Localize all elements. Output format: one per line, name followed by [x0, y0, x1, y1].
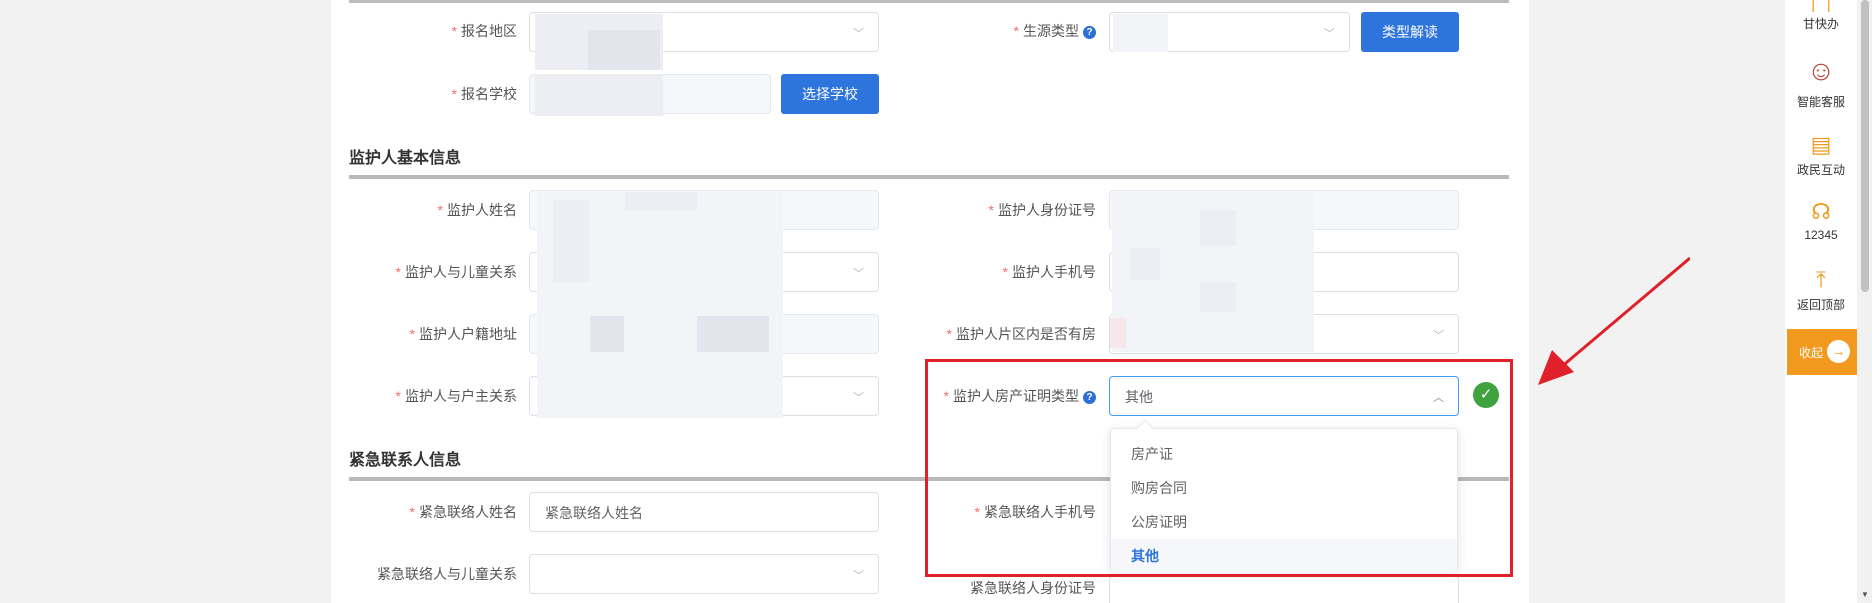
- annotation-arrow: [1538, 256, 1690, 385]
- emergency-relation-label: 紧急联络人与儿童关系: [377, 566, 517, 582]
- redacted-block: [1130, 248, 1160, 280]
- floating-sidebar: ▢ 甘快办 ☺ 智能客服 ▤ 政民互动 ☊ 12345 ⤒ 返回顶部: [1785, 0, 1857, 603]
- sidebar-item-back-top[interactable]: ⤒ 返回顶部: [1785, 267, 1857, 313]
- section-divider: [349, 175, 1509, 179]
- sidebar-item-12345[interactable]: ☊ 12345: [1785, 199, 1857, 242]
- guardian-name-label: * 监护人姓名: [437, 202, 517, 218]
- scroll-down-icon[interactable]: ▼: [1861, 590, 1869, 599]
- arrow-up-icon: ⤒: [1816, 267, 1826, 292]
- school-label: * 报名学校: [451, 86, 517, 102]
- guardian-has-house-label: * 监护人片区内是否有房: [946, 326, 1096, 342]
- guardian-relation-child-label: * 监护人与儿童关系: [395, 264, 517, 280]
- app-icon: ▢: [1785, 0, 1857, 12]
- source-type-label: * 生源类型?: [960, 21, 1096, 41]
- guardian-phone-label: * 监护人手机号: [1002, 264, 1096, 280]
- redacted-block: [1113, 14, 1168, 52]
- collapse-button[interactable]: 收起 →: [1787, 329, 1857, 375]
- redacted-block: [588, 30, 660, 70]
- chat-icon: ▤: [1810, 132, 1832, 157]
- sidebar-item-interaction[interactable]: ▤ 政民互动: [1785, 132, 1857, 178]
- chevron-down-icon: ﹀: [853, 392, 864, 404]
- guardian-relation-householder-label: * 监护人与户主关系: [395, 388, 517, 404]
- scrollbar[interactable]: ▼: [1858, 0, 1872, 603]
- redacted-block: [535, 74, 663, 116]
- guardian-section-title: 监护人基本信息: [349, 150, 462, 167]
- redacted-block: [1200, 282, 1236, 312]
- chevron-down-icon: ﹀: [853, 28, 864, 40]
- choose-school-button[interactable]: 选择学校: [781, 74, 879, 114]
- emergency-name-label: * 紧急联络人姓名: [409, 504, 517, 520]
- redacted-block: [697, 316, 769, 352]
- sidebar-item-ai-service[interactable]: ☺ 智能客服: [1785, 52, 1857, 110]
- emergency-section-title: 紧急联系人信息: [349, 452, 462, 469]
- redacted-block: [1110, 318, 1126, 348]
- emergency-id-input[interactable]: [1109, 576, 1459, 603]
- chevron-down-icon: ﹀: [853, 268, 864, 280]
- emergency-id-label: 紧急联络人身份证号: [970, 580, 1096, 596]
- help-icon[interactable]: ?: [1083, 26, 1096, 39]
- guardian-id-label: * 监护人身份证号: [988, 202, 1096, 218]
- mascot-avatar-icon: ☺: [1806, 55, 1836, 86]
- redacted-block: [1200, 210, 1236, 246]
- emergency-name-input[interactable]: 紧急联络人姓名: [529, 492, 879, 532]
- top-divider: [349, 0, 1509, 3]
- region-label: * 报名地区: [451, 23, 517, 39]
- chevron-down-icon: ﹀: [853, 570, 864, 582]
- guardian-hukou-label: * 监护人户籍地址: [409, 326, 517, 342]
- redacted-block: [590, 316, 624, 352]
- sidebar-item-gankuaiban[interactable]: ▢ 甘快办: [1785, 0, 1857, 32]
- redacted-block: [553, 200, 589, 282]
- redacted-block: [625, 192, 697, 210]
- scrollbar-thumb[interactable]: [1861, 0, 1869, 292]
- chevron-down-icon: ﹀: [1433, 330, 1444, 342]
- headset-icon: ☊: [1811, 199, 1831, 224]
- emergency-relation-select[interactable]: ﹀: [529, 554, 879, 594]
- annotation-highlight-box: [925, 359, 1513, 577]
- chevron-down-icon: ﹀: [1324, 28, 1335, 40]
- type-explain-button[interactable]: 类型解读: [1361, 12, 1459, 52]
- arrow-right-icon: →: [1827, 340, 1850, 363]
